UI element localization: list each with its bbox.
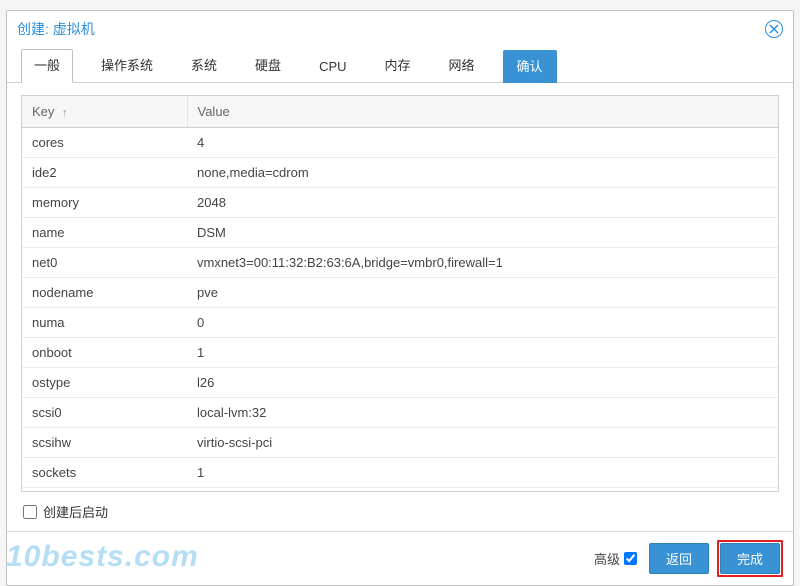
wizard-tabs: 一般 操作系统 系统 硬盘 CPU 内存 网络 确认: [7, 43, 793, 83]
table-row[interactable]: scsihwvirtio-scsi-pci: [22, 428, 778, 458]
cell-key: memory: [22, 188, 187, 218]
table-row[interactable]: scsi0local-lvm:32: [22, 398, 778, 428]
sort-asc-icon: ↑: [62, 107, 68, 119]
cell-key: onboot: [22, 338, 187, 368]
cell-value: pve: [187, 278, 778, 308]
cell-value: DSM: [187, 218, 778, 248]
col-key-header[interactable]: Key ↑: [22, 96, 187, 128]
start-after-create-row: 创建后启动: [21, 492, 779, 525]
cell-value: 0: [187, 308, 778, 338]
modal-title: 创建: 虚拟机: [17, 19, 95, 39]
cell-value: vmxnet3=00:11:32:B2:63:6A,bridge=vmbr0,f…: [187, 248, 778, 278]
advanced-label: 高级: [594, 549, 620, 568]
cell-key: scsihw: [22, 428, 187, 458]
cell-value: none,media=cdrom: [187, 158, 778, 188]
cell-value: l26: [187, 368, 778, 398]
create-vm-modal: 创建: 虚拟机 一般 操作系统 系统 硬盘 CPU 内存 网络 确认 Key ↑: [6, 10, 794, 586]
summary-table-wrap: Key ↑ Value cores4ide2none,media=cdromme…: [21, 95, 779, 492]
finish-button[interactable]: 完成: [720, 543, 780, 574]
col-value-header[interactable]: Value: [187, 96, 778, 128]
cell-value: local-lvm:32: [187, 398, 778, 428]
cell-value: 4: [187, 128, 778, 158]
close-icon[interactable]: [765, 20, 783, 38]
modal-content: Key ↑ Value cores4ide2none,media=cdromme…: [7, 83, 793, 531]
tab-disk[interactable]: 硬盘: [245, 49, 291, 82]
advanced-checkbox[interactable]: [624, 552, 637, 565]
start-after-create-label: 创建后启动: [43, 502, 108, 521]
cell-key: net0: [22, 248, 187, 278]
tab-os[interactable]: 操作系统: [91, 49, 163, 82]
table-row[interactable]: ostypel26: [22, 368, 778, 398]
table-row[interactable]: cores4: [22, 128, 778, 158]
cell-key: numa: [22, 308, 187, 338]
tab-memory[interactable]: 内存: [375, 49, 421, 82]
tab-system[interactable]: 系统: [181, 49, 227, 82]
table-row[interactable]: net0vmxnet3=00:11:32:B2:63:6A,bridge=vmb…: [22, 248, 778, 278]
cell-value: 1: [187, 458, 778, 488]
table-row[interactable]: ide2none,media=cdrom: [22, 158, 778, 188]
table-row[interactable]: numa0: [22, 308, 778, 338]
start-after-create-checkbox[interactable]: [23, 505, 37, 519]
tab-confirm[interactable]: 确认: [503, 50, 557, 83]
cell-key: ide2: [22, 158, 187, 188]
cell-key: sockets: [22, 458, 187, 488]
table-row[interactable]: onboot1: [22, 338, 778, 368]
back-button[interactable]: 返回: [649, 543, 709, 574]
advanced-toggle[interactable]: 高级: [594, 549, 637, 568]
modal-footer: 高级 返回 完成: [7, 531, 793, 585]
cell-key: scsi0: [22, 398, 187, 428]
table-row[interactable]: sockets1: [22, 458, 778, 488]
tab-network[interactable]: 网络: [439, 49, 485, 82]
summary-table: Key ↑ Value cores4ide2none,media=cdromme…: [22, 96, 778, 492]
cell-value: 2048: [187, 188, 778, 218]
cell-value: 1: [187, 338, 778, 368]
tab-cpu[interactable]: CPU: [309, 53, 356, 82]
table-row[interactable]: nameDSM: [22, 218, 778, 248]
cell-key: name: [22, 218, 187, 248]
cell-key: nodename: [22, 278, 187, 308]
tab-general[interactable]: 一般: [21, 49, 73, 83]
finish-button-highlight: 完成: [717, 540, 783, 577]
table-row[interactable]: nodenamepve: [22, 278, 778, 308]
cell-key: ostype: [22, 368, 187, 398]
modal-header: 创建: 虚拟机: [7, 11, 793, 43]
cell-key: cores: [22, 128, 187, 158]
cell-value: virtio-scsi-pci: [187, 428, 778, 458]
table-row[interactable]: memory2048: [22, 188, 778, 218]
